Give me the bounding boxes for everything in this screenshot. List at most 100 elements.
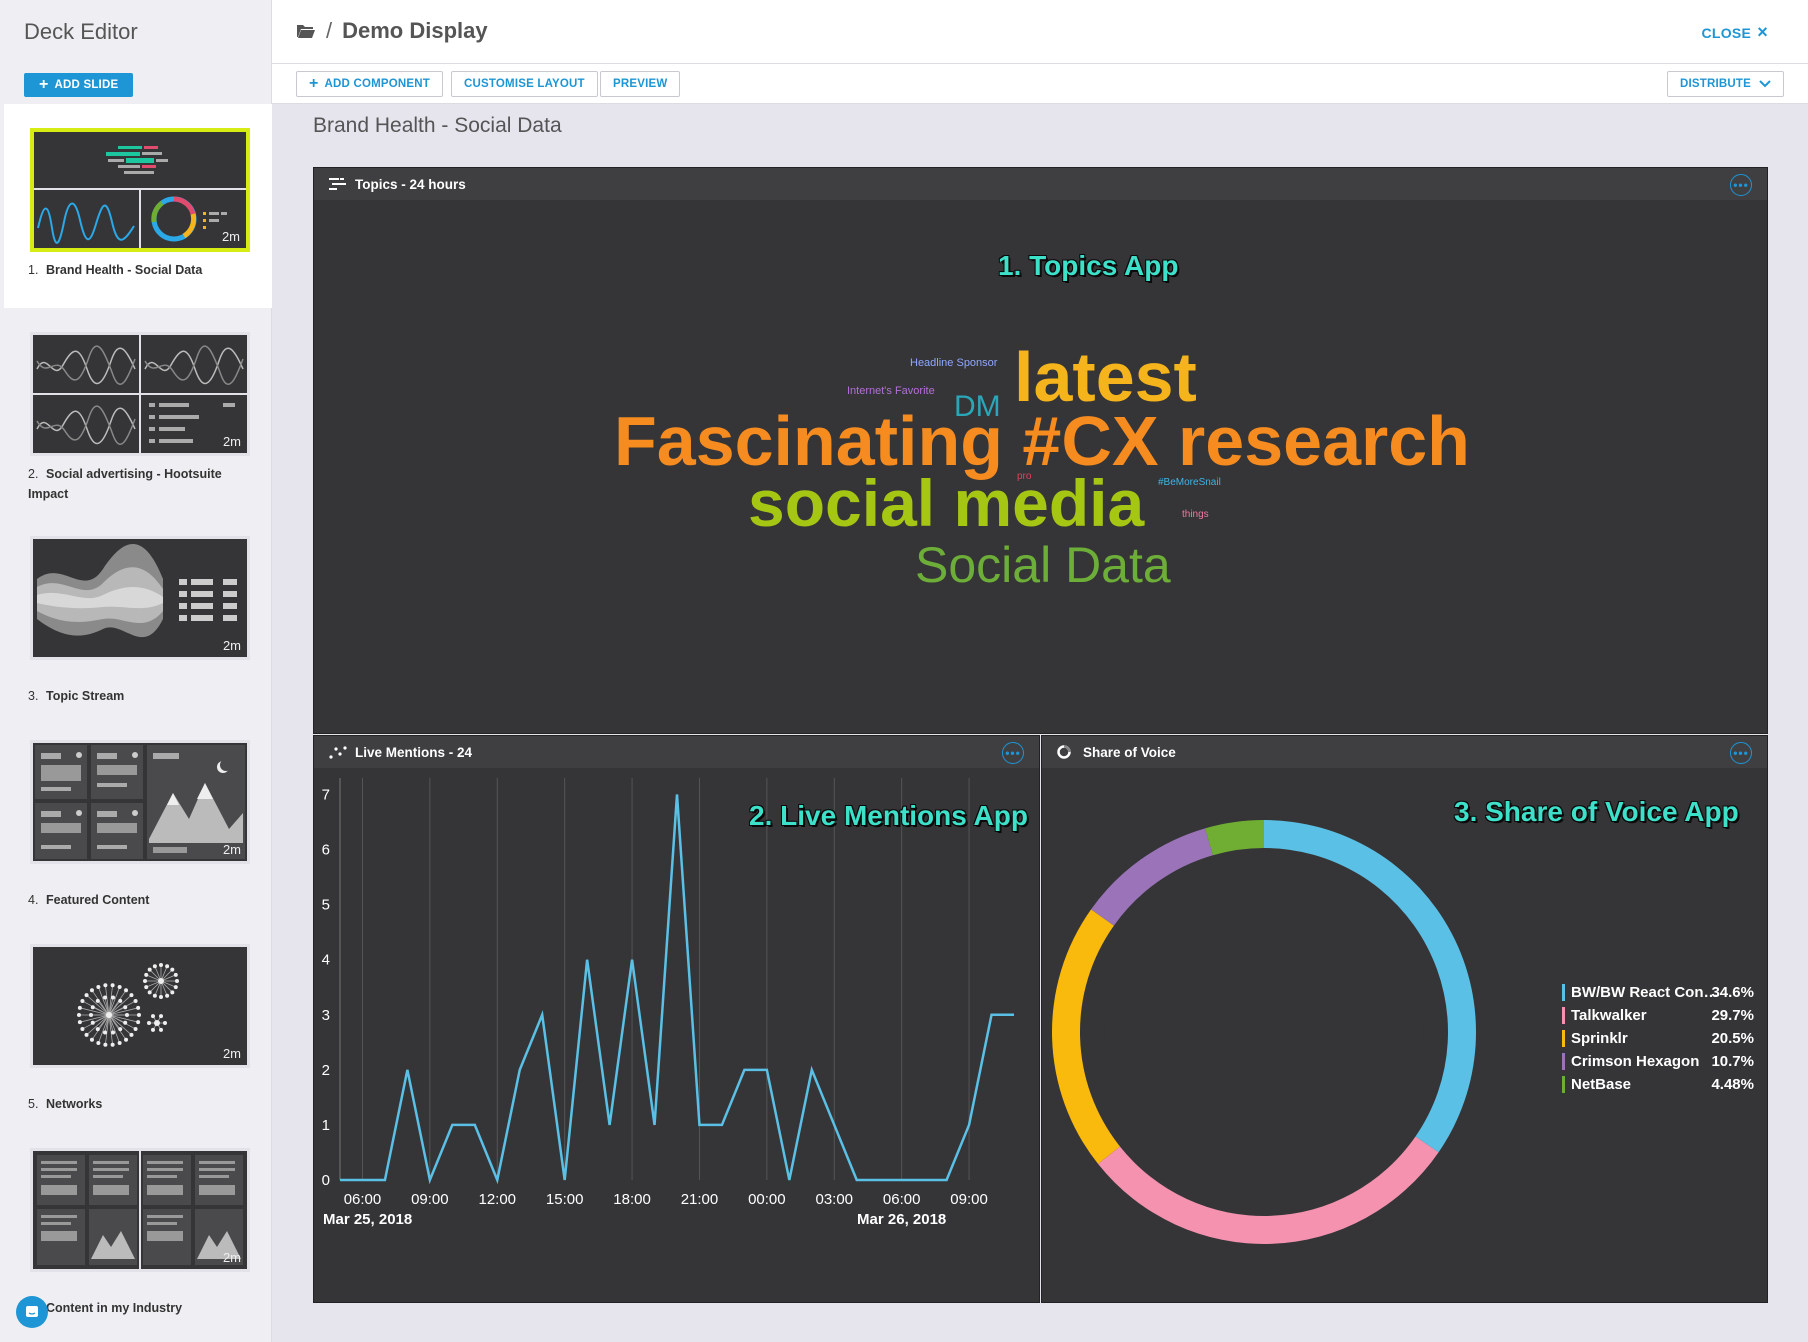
- thumbnail-preview-image: [37, 1151, 243, 1269]
- breadcrumb: / Demo Display: [296, 18, 488, 44]
- chat-launcher-button[interactable]: [16, 1296, 48, 1328]
- add-slide-label: ADD SLIDE: [54, 79, 119, 91]
- sidebar-toolbar: + ADD SLIDE: [0, 64, 272, 104]
- legend-label: Sprinklr: [1571, 1030, 1628, 1047]
- page-title: Brand Health - Social Data: [313, 114, 562, 137]
- x-date-label: Mar 26, 2018: [857, 1211, 946, 1228]
- close-icon: ×: [1757, 22, 1768, 42]
- annotation-label: 1. Topics App: [998, 250, 1179, 281]
- panel-title: Topics - 24 hours: [355, 176, 466, 192]
- donut-slice[interactable]: [1205, 820, 1264, 856]
- share-of-voice-panel: Share of Voice ••• 3. Share of Voice App…: [1041, 735, 1768, 1303]
- slide-thumbnail[interactable]: 2m: [30, 1148, 250, 1272]
- slide-label: 3. Topic Stream: [28, 686, 228, 706]
- y-tick-label: 7: [322, 787, 330, 804]
- y-tick-label: 4: [322, 952, 330, 969]
- add-component-button[interactable]: + ADD COMPONENT: [296, 71, 444, 97]
- slide-number: 5.: [28, 1097, 39, 1111]
- thumbnail-preview-image: [35, 745, 245, 859]
- legend-value: 20.5%: [1711, 1030, 1754, 1047]
- slide-label: 4. Featured Content: [28, 890, 228, 910]
- x-tick-label: 15:00: [546, 1191, 584, 1208]
- slide-item[interactable]: 2m 2. Social advertising - Hootsuite Impa…: [4, 308, 272, 512]
- slide-title: Featured Content: [46, 893, 150, 907]
- thumbnail-preview-image: [34, 132, 246, 248]
- slide-duration: 2m: [222, 1250, 241, 1265]
- slide-number: 2.: [28, 467, 39, 481]
- legend-label: BW/BW React Conv...: [1571, 984, 1719, 1001]
- slide-label: 1. Brand Health - Social Data: [28, 260, 228, 280]
- slide-item[interactable]: 2m 5. Networks: [4, 920, 272, 1124]
- slide-thumbnail[interactable]: 2m: [30, 536, 250, 660]
- legend-item[interactable]: Sprinklr 20.5%: [1562, 1027, 1762, 1050]
- live-mentions-panel: Live Mentions - 24 ••• 06:00 09:00 12:00 15…: [313, 735, 1040, 1303]
- slide-item[interactable]: 2m 4. Featured Content: [4, 716, 272, 920]
- slide-thumbnail[interactable]: 2m: [30, 128, 250, 252]
- x-tick-label: 03:00: [815, 1191, 853, 1208]
- chevron-down-icon: [1759, 80, 1771, 88]
- slide-number: 1.: [28, 263, 39, 277]
- topic-word[interactable]: Internet's Favorite: [847, 386, 935, 397]
- plus-icon: +: [309, 75, 319, 92]
- legend-item[interactable]: Talkwalker 29.7%: [1562, 1004, 1762, 1027]
- slide-label: 2. Social advertising - Hootsuite Impact: [28, 464, 228, 504]
- legend-item[interactable]: NetBase 4.48%: [1562, 1073, 1762, 1096]
- folder-open-icon[interactable]: [296, 23, 316, 39]
- thumbnail-preview-image: [33, 335, 247, 453]
- topic-word[interactable]: Social Data: [915, 540, 1171, 590]
- thumbnail-preview-image: [37, 544, 237, 638]
- preview-button[interactable]: PREVIEW: [600, 71, 681, 97]
- slide-item[interactable]: 2m 1. Brand Health - Social Data: [4, 104, 272, 308]
- customise-layout-button[interactable]: CUSTOMISE LAYOUT: [451, 71, 598, 97]
- mentions-series-line: [340, 794, 1014, 1185]
- topic-word[interactable]: #BeMoreSnail: [1158, 478, 1221, 488]
- panel-header: Topics - 24 hours •••: [314, 168, 1767, 200]
- distribute-label: DISTRIBUTE: [1680, 78, 1751, 90]
- donut-chart-icon: [1057, 745, 1071, 759]
- slide-title: Brand Health - Social Data: [46, 263, 203, 277]
- legend-value: 4.48%: [1711, 1076, 1754, 1093]
- distribute-dropdown[interactable]: DISTRIBUTE: [1667, 71, 1784, 97]
- plus-icon: +: [39, 76, 49, 93]
- legend-item[interactable]: Crimson Hexagon 10.7%: [1562, 1050, 1762, 1073]
- topic-word[interactable]: Headline Sponsor: [910, 358, 997, 369]
- topic-word[interactable]: things: [1182, 510, 1209, 520]
- y-tick-label: 0: [322, 1172, 330, 1189]
- legend-label: NetBase: [1571, 1076, 1632, 1093]
- slide-title: Topic Stream: [46, 689, 125, 703]
- legend-label: Crimson Hexagon: [1571, 1053, 1700, 1070]
- annotation-label: 3. Share of Voice App: [1454, 796, 1739, 827]
- chart-legend: BW/BW React Conv... 34.6% Talkwalker 29.7% S…: [1562, 981, 1762, 1096]
- more-options-button[interactable]: •••: [1002, 742, 1024, 764]
- topics-icon: [329, 178, 346, 190]
- line-chart-icon: [329, 746, 347, 759]
- topic-word[interactable]: social media: [748, 470, 1144, 536]
- slide-thumbnail[interactable]: 2m: [30, 944, 250, 1068]
- slide-title: Social advertising - Hootsuite Impact: [28, 467, 222, 501]
- add-slide-button[interactable]: + ADD SLIDE: [24, 73, 134, 97]
- x-tick-label: 06:00: [883, 1191, 921, 1208]
- slide-item[interactable]: 2m 3. Topic Stream: [4, 512, 272, 716]
- slide-duration: 2m: [222, 842, 241, 857]
- legend-swatch: [1562, 1007, 1565, 1024]
- legend-item[interactable]: BW/BW React Conv... 34.6%: [1562, 981, 1762, 1004]
- close-button[interactable]: CLOSE ×: [1701, 22, 1768, 43]
- more-options-button[interactable]: •••: [1730, 742, 1752, 764]
- x-tick-label: 21:00: [681, 1191, 719, 1208]
- customise-layout-label: CUSTOMISE LAYOUT: [464, 78, 585, 90]
- slide-duration: 2m: [222, 1046, 241, 1061]
- more-options-button[interactable]: •••: [1730, 174, 1752, 196]
- preview-label: PREVIEW: [613, 78, 668, 90]
- slide-thumbnail[interactable]: 2m: [30, 740, 250, 864]
- slide-duration: 2m: [222, 638, 241, 653]
- legend-swatch: [1562, 1030, 1565, 1047]
- app-title: Deck Editor: [24, 19, 138, 44]
- donut-hole: [1104, 872, 1424, 1192]
- panel-header: Live Mentions - 24 •••: [314, 736, 1039, 768]
- topics-panel: Topics - 24 hours ••• 1. Topics App Head…: [313, 167, 1768, 734]
- add-component-label: ADD COMPONENT: [324, 78, 431, 90]
- sidebar-header: Deck Editor: [0, 0, 272, 64]
- legend-swatch: [1562, 1053, 1565, 1070]
- slide-thumbnail[interactable]: 2m: [30, 332, 250, 456]
- slide-label: Content in my Industry: [28, 1298, 228, 1318]
